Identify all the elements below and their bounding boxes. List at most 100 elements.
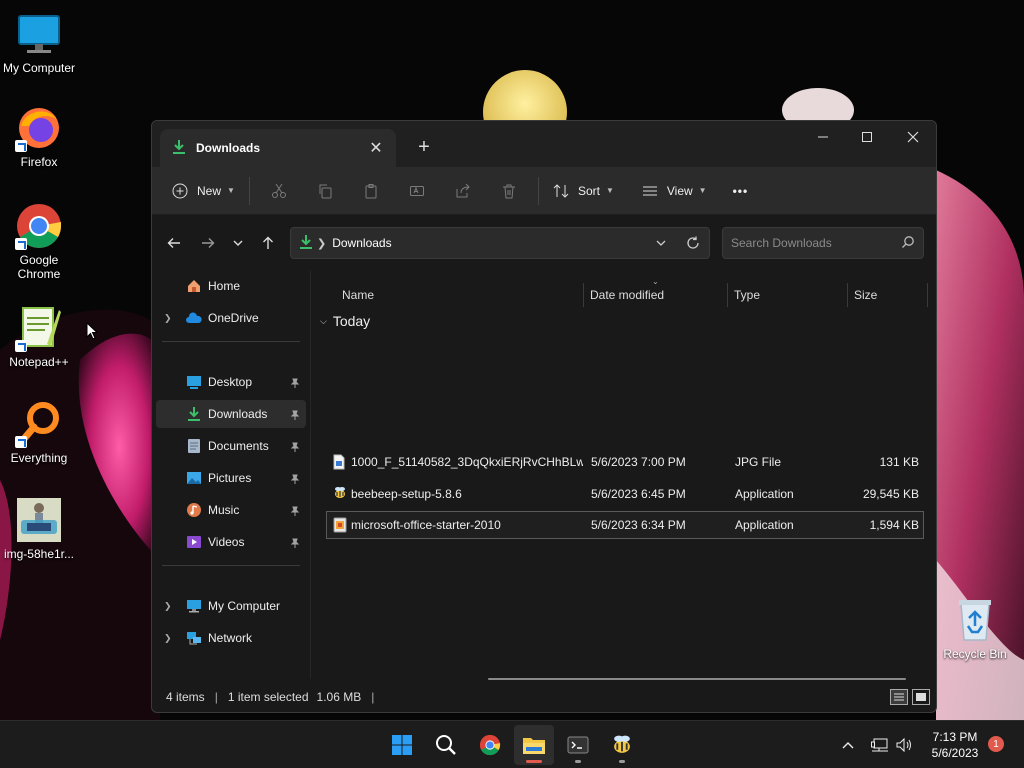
taskbar-beebeep[interactable] <box>602 725 642 765</box>
column-header-type[interactable]: Type <box>734 283 760 307</box>
chevron-up-icon <box>842 742 854 749</box>
breadcrumb-downloads[interactable]: Downloads <box>332 236 645 250</box>
new-tab-button[interactable]: + <box>410 133 438 161</box>
recent-locations-button[interactable] <box>226 233 250 253</box>
pin-icon <box>290 537 300 548</box>
taskbar-terminal[interactable] <box>558 725 598 765</box>
running-app-indicator <box>575 760 581 763</box>
table-row[interactable]: 1000_F_51140582_3DqQkxiERjRvCHhBLwr... 5… <box>326 448 924 476</box>
desktop-icon-notepadpp[interactable]: Notepad++ <box>0 304 79 369</box>
nav-item-videos[interactable]: Videos <box>156 528 306 556</box>
desktop-folder-icon <box>186 374 202 390</box>
chevron-down-icon: ▼ <box>698 186 707 195</box>
videos-icon <box>186 534 202 550</box>
notification-badge[interactable]: 1 <box>988 736 1004 752</box>
desktop-icon-firefox[interactable]: Firefox <box>0 104 79 169</box>
rename-button[interactable] <box>394 175 440 207</box>
search-input[interactable] <box>731 236 901 250</box>
tab-downloads[interactable]: Downloads ✕ <box>160 129 396 167</box>
column-divider[interactable] <box>727 283 728 307</box>
chevron-right-icon[interactable]: ❯ <box>164 633 172 644</box>
new-button[interactable]: New ▼ <box>164 175 243 207</box>
tab-close-button[interactable]: ✕ <box>364 136 388 160</box>
volume-button[interactable] <box>892 721 916 768</box>
nav-item-my-computer[interactable]: ❯ My Computer <box>156 592 306 620</box>
desktop-icon-everything[interactable]: Everything <box>0 400 79 465</box>
horizontal-scrollbar[interactable] <box>488 678 906 680</box>
chevron-down-icon <box>233 240 243 246</box>
command-bar: New ▼ Sort ▼ View ▼ ••• <box>152 167 936 215</box>
chevron-right-icon[interactable]: ❯ <box>164 313 172 324</box>
column-divider[interactable] <box>583 283 584 307</box>
address-bar[interactable]: ❯ Downloads <box>290 227 710 259</box>
pin-icon <box>290 505 300 516</box>
navigation-pane: Home ❯ OneDrive Desktop Downloads Docume… <box>152 271 310 679</box>
desktop-icon-image-file[interactable]: img-58he1r... <box>0 496 79 561</box>
up-button[interactable] <box>256 233 280 253</box>
see-more-button[interactable]: ••• <box>725 175 757 207</box>
file-size: 1,594 KB <box>869 518 919 532</box>
shortcut-arrow-icon <box>15 238 27 250</box>
thumbnail-view-button[interactable] <box>912 689 930 705</box>
notepadpp-icon <box>15 304 63 352</box>
refresh-button[interactable] <box>677 229 709 257</box>
clock-button[interactable]: 7:13 PM 5/6/2023 <box>920 729 990 761</box>
taskbar-chrome[interactable] <box>470 725 510 765</box>
desktop-icon-chrome[interactable]: Google Chrome <box>0 202 79 281</box>
forward-button[interactable] <box>196 233 220 253</box>
desktop-icon-my-computer[interactable]: My Computer <box>0 10 79 75</box>
taskbar-file-explorer[interactable] <box>514 725 554 765</box>
column-divider[interactable] <box>927 283 928 307</box>
chevron-down-icon: ▼ <box>605 186 614 195</box>
paste-button[interactable] <box>348 175 394 207</box>
refresh-icon <box>687 236 699 249</box>
delete-button[interactable] <box>486 175 532 207</box>
nav-item-desktop[interactable]: Desktop <box>156 368 306 396</box>
search-box[interactable] <box>722 227 924 259</box>
nav-item-home[interactable]: Home <box>156 272 306 300</box>
search-icon <box>901 235 915 252</box>
pane-splitter[interactable] <box>310 271 311 679</box>
share-button[interactable] <box>440 175 486 207</box>
taskbar-search-button[interactable] <box>426 725 466 765</box>
minimize-button[interactable] <box>800 121 846 153</box>
view-button[interactable]: View ▼ <box>634 175 715 207</box>
table-row[interactable]: beebeep-setup-5.8.6 5/6/2023 6:45 PM App… <box>326 480 924 508</box>
nav-item-onedrive[interactable]: ❯ OneDrive <box>156 304 306 332</box>
tab-title: Downloads <box>196 141 261 155</box>
nav-item-documents[interactable]: Documents <box>156 432 306 460</box>
table-row-selected[interactable]: microsoft-office-starter-2010 5/6/2023 6… <box>326 511 924 539</box>
toolbar-divider <box>537 176 539 205</box>
firefox-icon <box>15 104 63 152</box>
column-header-size[interactable]: Size <box>854 283 877 307</box>
nav-item-music[interactable]: Music <box>156 496 306 524</box>
column-header-name[interactable]: Name <box>342 283 374 307</box>
details-view-button[interactable] <box>890 689 908 705</box>
column-divider[interactable] <box>847 283 848 307</box>
file-name: beebeep-setup-5.8.6 <box>351 487 462 501</box>
back-button[interactable] <box>162 233 186 253</box>
column-header-date-modified[interactable]: Date modified <box>590 283 664 307</box>
pin-icon <box>290 377 300 388</box>
copy-button[interactable] <box>302 175 348 207</box>
download-arrow-icon <box>299 234 313 253</box>
start-button[interactable] <box>382 725 422 765</box>
show-hidden-icons-button[interactable] <box>836 721 860 768</box>
clock-time: 7:13 PM <box>932 730 978 744</box>
address-dropdown-button[interactable] <box>645 229 677 257</box>
nav-item-network[interactable]: ❯ Network <box>156 624 306 652</box>
close-window-button[interactable] <box>890 121 936 153</box>
network-status-button[interactable] <box>868 721 892 768</box>
nav-item-downloads[interactable]: Downloads <box>156 400 306 428</box>
wired-network-icon <box>871 738 888 752</box>
nav-item-pictures[interactable]: Pictures <box>156 464 306 492</box>
chevron-right-icon[interactable]: ❯ <box>164 601 172 612</box>
title-bar[interactable]: Downloads ✕ + <box>152 121 936 167</box>
sort-button[interactable]: Sort ▼ <box>545 175 622 207</box>
active-app-indicator <box>526 760 542 763</box>
desktop-icon-recycle-bin[interactable]: Recycle Bin <box>935 596 1015 661</box>
group-header-today[interactable]: ⌵ Today <box>320 313 370 329</box>
cloud-icon <box>186 310 202 326</box>
maximize-button[interactable] <box>844 121 890 153</box>
cut-button[interactable] <box>256 175 302 207</box>
